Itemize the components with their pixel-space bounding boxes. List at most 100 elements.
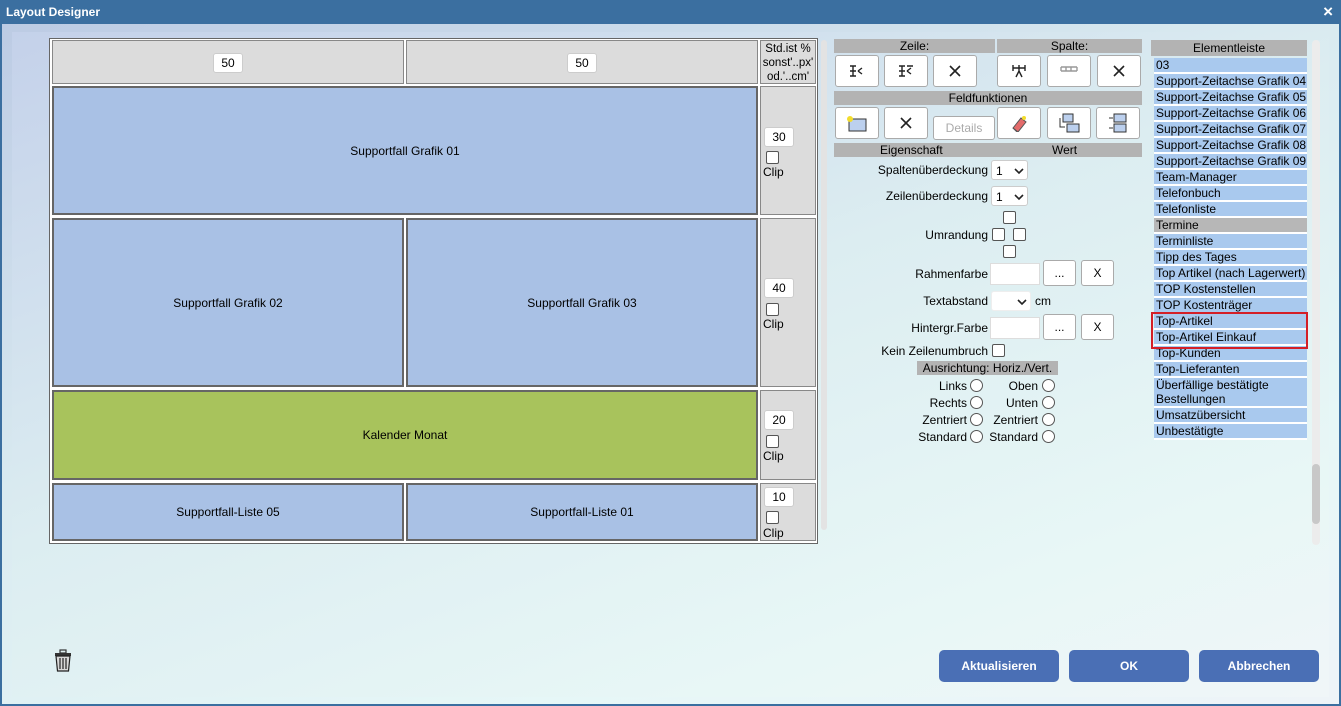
rahmenfarbe-clear-button[interactable]: X [1081, 260, 1114, 286]
hintergrund-picker-button[interactable]: ... [1043, 314, 1076, 340]
clip-checkbox-2[interactable] [766, 303, 779, 316]
refresh-button[interactable]: Aktualisieren [939, 650, 1059, 682]
insert-row-below-icon [899, 65, 913, 77]
scrollbar-thumb[interactable] [1312, 464, 1320, 524]
element-list-item[interactable]: Umsatzübersicht [1154, 408, 1307, 424]
clip-label-1: Clip [763, 165, 784, 179]
row-height-cell-4: Clip [760, 483, 816, 541]
element-list-scrollbar[interactable] [1312, 40, 1320, 545]
clip-label-4: Clip [763, 526, 784, 540]
clear-field-button[interactable] [997, 107, 1041, 139]
element-list-item[interactable]: Support-Zeitachse Grafik 05 [1154, 90, 1307, 106]
delete-field-button[interactable] [884, 107, 928, 139]
zeilenueberdeckung-label: Zeilenüberdeckung [885, 189, 988, 203]
row-height-input-1[interactable] [764, 127, 794, 147]
insert-row-below-button[interactable] [884, 55, 928, 87]
rahmenfarbe-input[interactable] [990, 263, 1040, 285]
align-zentriert-h-label: Zentriert [922, 413, 967, 427]
insert-column-icon [1012, 65, 1026, 78]
grid-cell-kalender-monat[interactable]: Kalender Monat [52, 390, 758, 480]
eraser-icon [1012, 116, 1027, 132]
spaltenueberdeckung-select[interactable]: 1 [991, 160, 1028, 180]
element-list-item[interactable]: Support-Zeitachse Grafik 09 [1154, 154, 1307, 170]
insert-column-right-button[interactable] [1047, 55, 1091, 87]
element-list-item[interactable]: TOP Kostenstellen [1154, 282, 1307, 298]
grid-cell-supportfall-grafik-03[interactable]: Supportfall Grafik 03 [406, 218, 758, 387]
new-field-button[interactable] [835, 107, 879, 139]
textabstand-select[interactable] [991, 291, 1031, 311]
column-width-input-2[interactable] [567, 53, 597, 73]
cancel-button[interactable]: Abbrechen [1199, 650, 1319, 682]
zeilenueberdeckung-select[interactable]: 1 [991, 186, 1028, 206]
split-field-button[interactable] [1096, 107, 1140, 139]
trash-icon[interactable] [52, 648, 74, 675]
element-list-item[interactable]: Terminliste [1154, 234, 1307, 250]
border-bottom-checkbox[interactable] [1003, 245, 1016, 258]
insert-column-right-icon [1060, 66, 1078, 72]
column-width-input-1[interactable] [213, 53, 243, 73]
element-list-item[interactable]: Support-Zeitachse Grafik 08 [1154, 138, 1307, 154]
selection-highlight [1151, 312, 1308, 349]
align-zentriert-v-radio[interactable] [1042, 413, 1055, 426]
element-list-item[interactable]: Telefonliste [1154, 202, 1307, 218]
align-links-label: Links [938, 379, 967, 393]
details-button[interactable]: Details [933, 116, 995, 140]
align-oben-label: Oben [1008, 379, 1038, 393]
element-list-item[interactable]: Top Artikel (nach Lagerwert) [1154, 266, 1307, 282]
clip-checkbox-1[interactable] [766, 151, 779, 164]
grid-cell-supportfall-grafik-02[interactable]: Supportfall Grafik 02 [52, 218, 404, 387]
row-height-input-4[interactable] [764, 487, 794, 507]
align-unten-radio[interactable] [1042, 396, 1055, 409]
delete-column-button[interactable] [1097, 55, 1141, 87]
element-list-item[interactable]: Support-Zeitachse Grafik 07 [1154, 122, 1307, 138]
align-standard-v-radio[interactable] [1042, 430, 1055, 443]
element-list-item[interactable]: Top-Lieferanten [1154, 362, 1307, 378]
title-bar: Layout Designer × [0, 0, 1341, 24]
border-right-checkbox[interactable] [1013, 228, 1026, 241]
textabstand-label: Textabstand [923, 294, 988, 308]
insert-row-above-icon [850, 65, 863, 77]
element-list-item[interactable]: Support-Zeitachse Grafik 06 [1154, 106, 1307, 122]
element-list-item[interactable]: 03 [1154, 58, 1307, 74]
row-height-input-3[interactable] [764, 410, 794, 430]
hintergrund-input[interactable] [990, 317, 1040, 339]
column-width-cell-2 [406, 40, 758, 84]
clip-checkbox-4[interactable] [766, 511, 779, 524]
element-list-item[interactable]: Termine [1154, 218, 1307, 234]
chevron-down-icon [1014, 168, 1024, 175]
rahmenfarbe-picker-button[interactable]: ... [1043, 260, 1076, 286]
align-standard-h-label: Standard [918, 430, 967, 444]
split-field-icon [1109, 113, 1127, 133]
border-left-checkbox[interactable] [992, 228, 1005, 241]
element-list: 03 Support-Zeitachse Grafik 04 Support-Zei… [1154, 58, 1307, 546]
hintergrund-label: Hintergr.Farbe [911, 321, 988, 335]
clip-checkbox-3[interactable] [766, 435, 779, 448]
align-oben-radio[interactable] [1042, 379, 1055, 392]
align-unten-label: Unten [1005, 396, 1038, 410]
close-icon[interactable]: × [1323, 2, 1333, 22]
hintergrund-clear-button[interactable]: X [1081, 314, 1114, 340]
grid-cell-supportfall-grafik-01[interactable]: Supportfall Grafik 01 [52, 86, 758, 215]
ok-button[interactable]: OK [1069, 650, 1189, 682]
element-list-item[interactable]: Support-Zeitachse Grafik 04 [1154, 74, 1307, 90]
delete-field-icon [900, 117, 912, 129]
element-list-item[interactable]: Tipp des Tages [1154, 250, 1307, 266]
row-height-input-2[interactable] [764, 278, 794, 298]
eigenschaft-label: Eigenschaft [880, 143, 943, 157]
element-list-item[interactable]: Überfällige bestätigte Bestellungen [1154, 378, 1307, 408]
move-field-button[interactable] [1047, 107, 1091, 139]
spaltenueberdeckung-value: 1 [996, 164, 1003, 178]
element-list-item[interactable]: Unbestätigte [1154, 424, 1307, 440]
spaltenueberdeckung-label: Spaltenüberdeckung [877, 163, 988, 177]
insert-row-above-button[interactable] [835, 55, 879, 87]
grid-cell-supportfall-liste-05[interactable]: Supportfall-Liste 05 [52, 483, 404, 541]
delete-row-button[interactable] [933, 55, 977, 87]
grid-cell-supportfall-liste-01[interactable]: Supportfall-Liste 01 [406, 483, 758, 541]
middle-scrollbar[interactable] [821, 40, 827, 530]
move-field-icon [1059, 113, 1080, 133]
insert-column-left-button[interactable] [997, 55, 1041, 87]
element-list-item[interactable]: Telefonbuch [1154, 186, 1307, 202]
element-list-item[interactable]: Team-Manager [1154, 170, 1307, 186]
kein-zeilenumbruch-checkbox[interactable] [992, 344, 1005, 357]
border-top-checkbox[interactable] [1003, 211, 1016, 224]
